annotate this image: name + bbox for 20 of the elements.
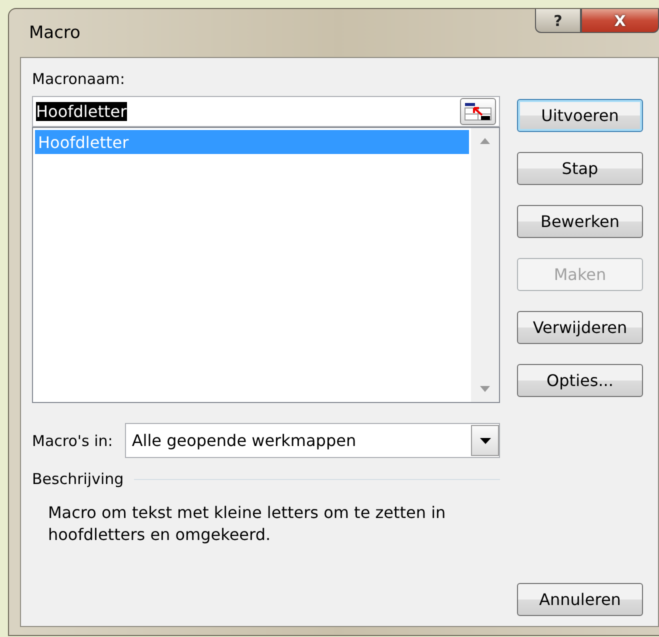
dialog-button[interactable]: Bewerken	[517, 205, 643, 238]
selected-text: Hoofdletter	[36, 102, 127, 121]
dialog-button[interactable]: Verwijderen	[517, 311, 643, 344]
cancel-button[interactable]: Annuleren	[517, 583, 643, 616]
dialog-button[interactable]: Uitvoeren	[517, 99, 643, 132]
range-picker-icon	[464, 102, 492, 121]
macros-in-dropdown[interactable]: Alle geopende werkmappen	[124, 423, 500, 458]
description-text: Macro om tekst met kleine letters om te zetten in hoofdletters en omgekeerd.	[48, 502, 447, 546]
macro-name-field[interactable]: Hoofdletter	[32, 96, 500, 127]
help-button[interactable]: ?	[535, 9, 581, 33]
caret-icon	[480, 438, 490, 444]
dropdown-button[interactable]	[471, 425, 499, 456]
dialog-button[interactable]: Opties...	[517, 364, 643, 397]
close-button[interactable]: X	[581, 9, 659, 33]
field-label: Macro's in:	[32, 432, 113, 450]
dialog-button[interactable]: Stap	[517, 152, 643, 185]
window-title: Macro	[29, 23, 80, 43]
collapse-dialog-button[interactable]	[460, 98, 496, 125]
field-label: Macronaam:	[32, 70, 126, 88]
group-label: Beschrijving	[32, 470, 124, 488]
